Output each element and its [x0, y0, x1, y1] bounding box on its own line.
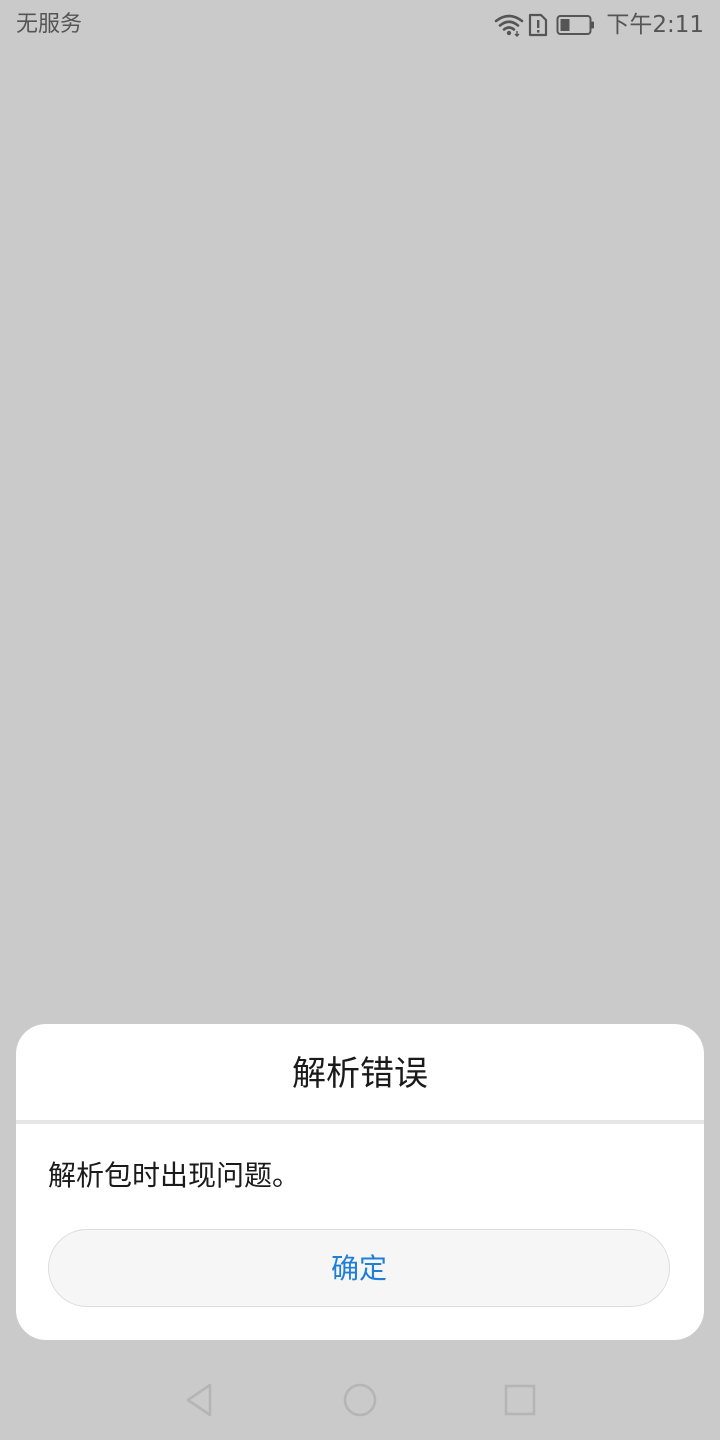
dialog-message: 解析包时出现问题。 — [48, 1159, 301, 1192]
navigation-bar — [0, 1360, 720, 1440]
status-icons: 下午2:11 — [494, 8, 704, 42]
dialog-divider — [16, 1120, 704, 1124]
screen: 无服务 下午2:11 解析错误 解析包时出现问题。 确定 — [0, 0, 720, 1440]
carrier-label: 无服务 — [16, 12, 83, 37]
parse-error-dialog: 解析错误 解析包时出现问题。 确定 — [16, 1024, 704, 1340]
confirm-button[interactable]: 确定 — [48, 1229, 670, 1307]
wifi-icon — [495, 14, 524, 37]
battery-icon — [556, 15, 595, 35]
home-icon[interactable] — [340, 1380, 380, 1420]
clock: 下午2:11 — [606, 12, 704, 38]
recent-apps-icon[interactable] — [500, 1380, 540, 1420]
status-bar: 无服务 下午2:11 — [0, 0, 720, 50]
dialog-title: 解析错误 — [292, 1054, 428, 1094]
sim-alert-icon — [529, 13, 548, 37]
back-icon[interactable] — [180, 1380, 220, 1420]
